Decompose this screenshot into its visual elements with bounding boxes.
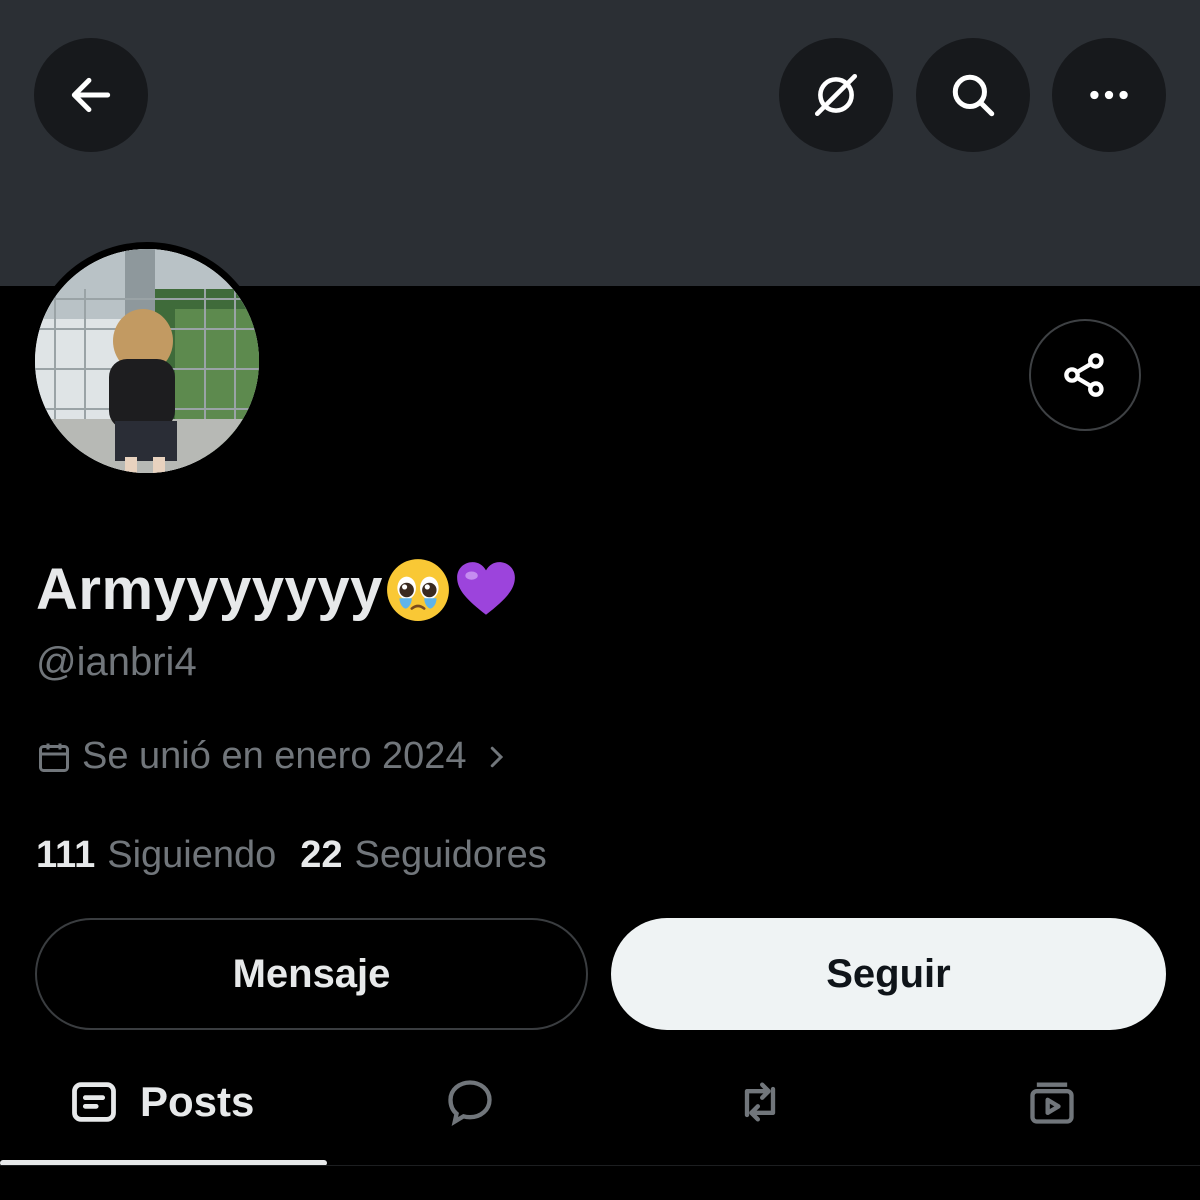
handle: @ianbri4 bbox=[36, 640, 197, 684]
tab-divider bbox=[0, 1165, 1200, 1166]
tab-reposts[interactable] bbox=[734, 1062, 786, 1142]
followers-link[interactable]: 22 Seguidores bbox=[300, 834, 547, 877]
followers-count: 22 bbox=[300, 834, 343, 876]
media-icon bbox=[1030, 1082, 1074, 1124]
message-button[interactable]: Mensaje bbox=[35, 918, 588, 1030]
search-icon bbox=[952, 74, 995, 117]
pleading-face-emoji bbox=[386, 558, 449, 621]
followers-label: Seguidores bbox=[354, 834, 547, 876]
avatar[interactable] bbox=[35, 249, 259, 473]
tab-replies[interactable] bbox=[444, 1062, 496, 1142]
grok-icon bbox=[814, 73, 858, 117]
avatar-photo bbox=[35, 249, 259, 473]
following-link[interactable]: 111 Siguiendo bbox=[36, 834, 276, 877]
display-name-text: Armyyyyyyy bbox=[36, 557, 383, 622]
posts-icon bbox=[72, 1082, 116, 1122]
replies-icon bbox=[448, 1080, 492, 1126]
more-button[interactable] bbox=[1052, 38, 1166, 152]
display-name: Armyyyyyyy bbox=[36, 556, 519, 623]
share-icon bbox=[1064, 353, 1104, 397]
more-horizontal-icon bbox=[1090, 90, 1128, 100]
joined-date-text: Se unió en enero 2024 bbox=[82, 735, 467, 777]
purple-heart-emoji bbox=[456, 561, 515, 615]
calendar-icon bbox=[39, 743, 69, 772]
following-label: Siguiendo bbox=[107, 834, 277, 876]
following-count: 111 bbox=[36, 834, 96, 876]
follow-stats: 111 Siguiendo 22 Seguidores bbox=[36, 834, 571, 877]
chevron-right-icon bbox=[490, 746, 503, 767]
profile-banner[interactable] bbox=[0, 0, 1200, 286]
repost-icon bbox=[744, 1082, 776, 1122]
avatar-frame[interactable] bbox=[28, 242, 266, 480]
tab-media[interactable] bbox=[1026, 1062, 1078, 1142]
share-button[interactable] bbox=[1029, 319, 1141, 431]
tab-posts[interactable]: Posts bbox=[68, 1062, 254, 1142]
back-button[interactable] bbox=[34, 38, 148, 152]
follow-button[interactable]: Seguir bbox=[611, 918, 1166, 1030]
search-button[interactable] bbox=[916, 38, 1030, 152]
joined-date-link[interactable]: Se unió en enero 2024 bbox=[36, 735, 511, 778]
grok-button[interactable] bbox=[779, 38, 893, 152]
arrow-left-icon bbox=[71, 77, 111, 113]
tab-posts-label: Posts bbox=[140, 1078, 255, 1125]
